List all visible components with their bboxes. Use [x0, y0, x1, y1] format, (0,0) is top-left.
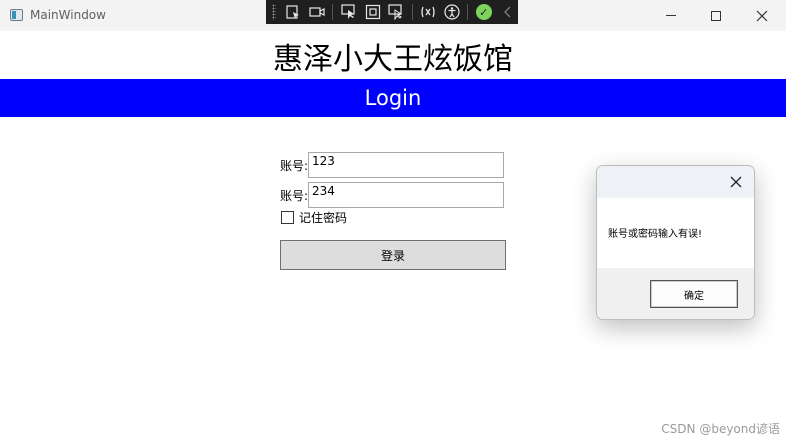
message-box-body: 账号或密码输入有误!: [597, 198, 754, 268]
collapse-toolbar-button[interactable]: [497, 2, 518, 22]
toolbar-separator: [467, 4, 469, 20]
maximize-button[interactable]: [693, 0, 739, 31]
message-box-ok-button[interactable]: 确定: [650, 280, 738, 308]
watermark: CSDN @beyond谚语: [661, 422, 780, 436]
hot-reload-icon: [421, 6, 435, 18]
password-input[interactable]: 234: [308, 182, 504, 208]
window-title: MainWindow: [30, 8, 106, 22]
remember-password-checkbox[interactable]: [281, 211, 294, 224]
message-box-close-button[interactable]: [724, 170, 748, 194]
pointer-select-button[interactable]: [338, 2, 359, 22]
app-window-icon: [10, 9, 23, 21]
error-message-box: 账号或密码输入有误! 确定: [596, 165, 755, 320]
pointer-select-icon: [341, 4, 355, 19]
track-focus-icon: [388, 4, 403, 20]
layout-adorner-button[interactable]: [362, 2, 383, 22]
toolbar-grip-icon[interactable]: [272, 4, 276, 20]
track-focus-button[interactable]: [386, 2, 407, 22]
message-box-footer: 确定: [597, 268, 754, 319]
collapse-icon: [503, 6, 510, 18]
binding-ok-icon: ✓: [475, 4, 492, 20]
accessibility-icon: [444, 4, 460, 20]
toolbar-separator: [332, 4, 334, 20]
toolbar-separator: [411, 4, 413, 20]
restaurant-title: 惠泽小大王炫饭馆: [273, 42, 513, 77]
hot-reload-button[interactable]: [418, 2, 439, 22]
error-message-text: 账号或密码输入有误!: [608, 229, 703, 240]
remember-password-label[interactable]: 记住密码: [299, 209, 347, 226]
minimize-button[interactable]: [648, 0, 694, 31]
xaml-debug-toolbar: ✓: [266, 0, 518, 24]
preview-button[interactable]: [307, 2, 328, 22]
account-input[interactable]: 123: [308, 152, 504, 178]
message-box-titlebar: [597, 166, 754, 198]
close-icon: [756, 10, 768, 21]
select-element-icon: [286, 5, 300, 19]
minimize-icon: [666, 15, 676, 16]
account-label: 账号:: [280, 159, 309, 173]
layout-adorner-icon: [365, 4, 380, 20]
close-icon: [730, 176, 742, 188]
login-button[interactable]: 登录: [280, 240, 506, 270]
binding-status-button[interactable]: ✓: [473, 2, 494, 22]
select-element-button[interactable]: [283, 2, 304, 22]
close-button[interactable]: [739, 0, 785, 31]
accessibility-button[interactable]: [442, 2, 463, 22]
maximize-icon: [711, 10, 721, 21]
password-label: 账号:: [280, 189, 309, 203]
preview-icon: [309, 7, 325, 17]
login-banner: Login: [0, 79, 786, 117]
